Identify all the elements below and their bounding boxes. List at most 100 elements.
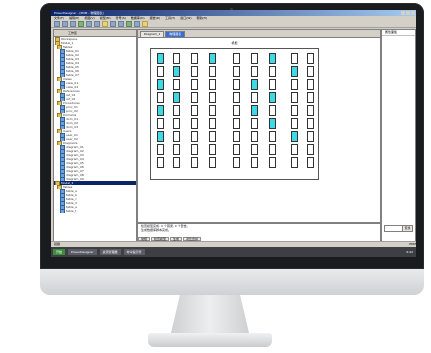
undo-icon[interactable] xyxy=(110,21,116,27)
taskbar-item-1[interactable]: 资源管理器 xyxy=(99,249,121,255)
save-icon[interactable] xyxy=(70,21,76,27)
cabinet-slot[interactable] xyxy=(291,118,298,129)
minimize-icon[interactable] xyxy=(401,11,405,15)
cabinet-slot[interactable] xyxy=(191,92,198,103)
cabinet-slot[interactable] xyxy=(233,144,240,155)
cabinet-slot[interactable] xyxy=(233,157,240,168)
cabinet-slot[interactable] xyxy=(157,79,164,90)
cabinet-slot[interactable] xyxy=(191,105,198,116)
cut-icon[interactable] xyxy=(86,21,92,27)
cabinet-slot[interactable] xyxy=(269,105,276,116)
cabinet-slot[interactable] xyxy=(209,79,216,90)
check-icon[interactable] xyxy=(126,21,132,27)
cabinet-slot[interactable] xyxy=(233,118,240,129)
tab-document-1[interactable]: 物理图表 xyxy=(165,31,186,37)
cabinet-slot[interactable] xyxy=(157,144,164,155)
cabinet-slot[interactable] xyxy=(173,157,180,168)
cabinet-slot[interactable] xyxy=(157,105,164,116)
cabinet-slot[interactable] xyxy=(291,144,298,155)
cabinet-slot[interactable] xyxy=(233,79,240,90)
cabinet-slot[interactable] xyxy=(157,66,164,77)
zoom-icon[interactable] xyxy=(134,21,140,27)
cabinet-slot[interactable] xyxy=(209,66,216,77)
cabinet-slot[interactable] xyxy=(173,92,180,103)
cabinet-slot[interactable] xyxy=(157,118,164,129)
cabinet-slot[interactable] xyxy=(307,131,314,142)
cabinet-slot[interactable] xyxy=(291,131,298,142)
cabinet-slot[interactable] xyxy=(191,131,198,142)
cabinet-slot[interactable] xyxy=(209,92,216,103)
cabinet-slot[interactable] xyxy=(191,118,198,129)
cabinet-slot[interactable] xyxy=(269,92,276,103)
cabinet-slot[interactable] xyxy=(269,131,276,142)
cabinet-slot[interactable] xyxy=(251,79,258,90)
diagram-area[interactable]: Diagram_1 物理图表 机柜 xyxy=(137,29,381,223)
cabinet-slot[interactable] xyxy=(157,131,164,142)
cabinet-slot[interactable] xyxy=(209,118,216,129)
cabinet-slot[interactable] xyxy=(307,144,314,155)
cabinet-slot[interactable] xyxy=(173,131,180,142)
cabinet-slot[interactable] xyxy=(307,105,314,116)
cabinet-slot[interactable] xyxy=(307,118,314,129)
cabinet-slot[interactable] xyxy=(269,118,276,129)
cabinet-slot[interactable] xyxy=(291,66,298,77)
cabinet-slot[interactable] xyxy=(209,144,216,155)
cabinet-slot[interactable] xyxy=(269,79,276,90)
cabinet-slot[interactable] xyxy=(251,131,258,142)
cabinet-slot[interactable] xyxy=(291,53,298,64)
cabinet-slot[interactable] xyxy=(307,92,314,103)
run-icon[interactable] xyxy=(78,21,84,27)
cabinet-slot[interactable] xyxy=(307,66,314,77)
cabinet-slot[interactable] xyxy=(173,79,180,90)
taskbar-item-2[interactable]: 命令提示符 xyxy=(123,249,145,255)
redo-icon[interactable] xyxy=(118,21,124,27)
cabinet-slot[interactable] xyxy=(233,53,240,64)
cabinet-slot[interactable] xyxy=(251,157,258,168)
tree-item[interactable]: table_f xyxy=(54,209,136,213)
cabinet-slot[interactable] xyxy=(173,53,180,64)
cabinet-slot[interactable] xyxy=(173,144,180,155)
cabinet-slot[interactable] xyxy=(307,157,314,168)
cabinet-slot[interactable] xyxy=(269,144,276,155)
cabinet-slot[interactable] xyxy=(233,105,240,116)
cabinet-slot[interactable] xyxy=(251,144,258,155)
maximize-icon[interactable] xyxy=(406,11,410,15)
cabinet-slot[interactable] xyxy=(291,92,298,103)
cabinet-slot[interactable] xyxy=(291,157,298,168)
cabinet-slot[interactable] xyxy=(291,79,298,90)
cabinet-slot[interactable] xyxy=(233,131,240,142)
cabinet-slot[interactable] xyxy=(209,157,216,168)
new-icon[interactable] xyxy=(54,21,60,27)
cabinet-slot[interactable] xyxy=(269,53,276,64)
paste-icon[interactable] xyxy=(102,21,108,27)
tab-document-0[interactable]: Diagram_1 xyxy=(140,31,165,37)
cabinet-slot[interactable] xyxy=(157,92,164,103)
cabinet-slot[interactable] xyxy=(209,53,216,64)
cabinet-slot[interactable] xyxy=(191,79,198,90)
close-icon[interactable] xyxy=(411,11,415,15)
cabinet-slot[interactable] xyxy=(307,53,314,64)
find-button[interactable]: 查找 xyxy=(402,225,413,232)
taskbar-item-0[interactable]: PowerDesigner xyxy=(68,249,97,255)
cabinet-slot[interactable] xyxy=(251,92,258,103)
cabinet-slot[interactable] xyxy=(191,144,198,155)
cabinet-slot[interactable] xyxy=(209,105,216,116)
cabinet-slot[interactable] xyxy=(251,66,258,77)
cabinet-slot[interactable] xyxy=(191,66,198,77)
copy-icon[interactable] xyxy=(94,21,100,27)
cabinet-slot[interactable] xyxy=(191,53,198,64)
cabinet-slot[interactable] xyxy=(233,66,240,77)
cabinet-slot[interactable] xyxy=(173,105,180,116)
start-button[interactable]: 开始 xyxy=(53,249,65,255)
cabinet-slot[interactable] xyxy=(251,105,258,116)
cabinet-slot[interactable] xyxy=(269,157,276,168)
cabinet-slot[interactable] xyxy=(251,118,258,129)
cabinet-slot[interactable] xyxy=(173,66,180,77)
cabinet-slot[interactable] xyxy=(209,131,216,142)
cabinet-slot[interactable] xyxy=(157,157,164,168)
cabinet-slot[interactable] xyxy=(157,53,164,64)
cabinet-slot[interactable] xyxy=(233,92,240,103)
cabinet-diagram[interactable]: 机柜 xyxy=(150,41,319,180)
grid-icon[interactable] xyxy=(142,21,148,27)
cabinet-slot[interactable] xyxy=(291,105,298,116)
